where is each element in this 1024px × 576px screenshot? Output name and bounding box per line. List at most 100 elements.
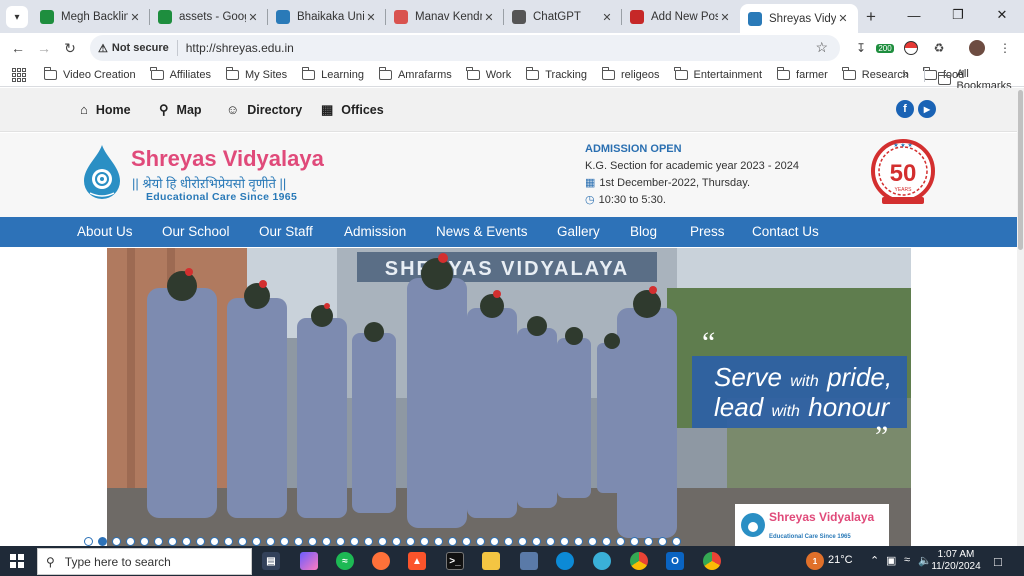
taskbar-clock[interactable]: 1:07 AM 11/20/2024: [930, 549, 982, 573]
taskbar-search-box[interactable]: ⚲ Type here to search: [37, 548, 252, 575]
slider-dot[interactable]: [84, 537, 93, 546]
bookmark-folder[interactable]: Tracking: [525, 66, 587, 81]
slider-dot[interactable]: [560, 537, 569, 546]
slider-dot[interactable]: [406, 537, 415, 546]
slider-dot[interactable]: [112, 537, 121, 546]
topnav-offices[interactable]: ▦ Offices: [321, 102, 384, 118]
bookmark-folder[interactable]: Work: [466, 66, 511, 81]
network-icon[interactable]: ▣: [886, 554, 896, 567]
app-circle-icon[interactable]: [593, 552, 611, 570]
slider-dot[interactable]: [280, 537, 289, 546]
chrome-profile-icon[interactable]: [703, 552, 721, 570]
topnav-home[interactable]: ⌂ Home: [80, 102, 131, 117]
download-icon[interactable]: ↧: [852, 39, 870, 57]
bookmark-folder[interactable]: My Sites: [225, 66, 287, 81]
tab-close-icon[interactable]: ✕: [836, 12, 850, 25]
nav-press[interactable]: Press: [690, 224, 725, 239]
browser-tab[interactable]: ChatGPT ✕: [504, 4, 622, 30]
task-view-icon[interactable]: ▤: [262, 552, 280, 570]
slider-dot[interactable]: [140, 537, 149, 546]
more-bookmarks-icon[interactable]: »: [902, 67, 909, 81]
nav-about-us[interactable]: About Us: [77, 224, 133, 239]
tab-search-button[interactable]: ▾: [6, 6, 28, 28]
app-icon[interactable]: [520, 552, 538, 570]
topnav-map[interactable]: ⚲ Map: [159, 102, 202, 118]
slider-dot[interactable]: [294, 537, 303, 546]
notifications-icon[interactable]: □: [994, 554, 1002, 569]
page-scrollbar[interactable]: [1017, 88, 1024, 546]
back-button[interactable]: ←: [8, 38, 28, 58]
tab-close-icon[interactable]: ✕: [718, 11, 732, 24]
bookmark-folder[interactable]: Research: [842, 66, 909, 81]
browser-tab[interactable]: Bhaikaka Univer✕: [268, 4, 386, 30]
tab-close-icon[interactable]: ✕: [246, 11, 260, 24]
tab-close-icon[interactable]: ✕: [128, 11, 142, 24]
slider-dot[interactable]: [196, 537, 205, 546]
slider-dot[interactable]: [420, 537, 429, 546]
slider-dot[interactable]: [462, 537, 471, 546]
slider-dot[interactable]: [434, 537, 443, 546]
bookmark-folder[interactable]: Amrafarms: [378, 66, 452, 81]
url-text[interactable]: http://shreyas.edu.in: [186, 41, 294, 55]
bookmark-folder[interactable]: Affiliates: [150, 66, 211, 81]
slider-dot[interactable]: [672, 537, 681, 546]
apps-grid-icon[interactable]: [12, 67, 26, 82]
extension-pokeball-icon[interactable]: [902, 39, 920, 57]
slider-dot[interactable]: [238, 537, 247, 546]
outlook-icon[interactable]: O: [666, 552, 684, 570]
slider-dot[interactable]: [210, 537, 219, 546]
wifi-icon[interactable]: ≈: [904, 554, 910, 566]
bookmark-folder[interactable]: farmer: [776, 66, 828, 81]
nav-contact-us[interactable]: Contact Us: [752, 224, 819, 239]
slider-dot[interactable]: [588, 537, 597, 546]
slider-dot[interactable]: [490, 537, 499, 546]
slider-dot[interactable]: [658, 537, 667, 546]
slider-dot[interactable]: [322, 537, 331, 546]
slider-dot[interactable]: [392, 537, 401, 546]
windows-start-icon[interactable]: [10, 554, 24, 568]
copilot-icon[interactable]: [300, 552, 318, 570]
extensions-puzzle-icon[interactable]: ♻: [930, 39, 948, 57]
nav-our-school[interactable]: Our School: [162, 224, 230, 239]
chrome-icon[interactable]: [630, 552, 648, 570]
slider-dot[interactable]: [504, 537, 513, 546]
slider-dot[interactable]: [476, 537, 485, 546]
bookmark-folder[interactable]: Entertainment: [674, 66, 762, 81]
scrollbar-thumb[interactable]: [1018, 90, 1023, 250]
slider-dot[interactable]: [308, 537, 317, 546]
forward-button[interactable]: →: [34, 38, 54, 58]
omnibox[interactable]: ⚠ Not secure http://shreyas.edu.in ☆: [90, 35, 840, 61]
terminal-icon[interactable]: >_: [446, 552, 464, 570]
profile-avatar[interactable]: [968, 39, 986, 57]
slider-dot[interactable]: [336, 537, 345, 546]
bookmark-folder[interactable]: religeos: [601, 66, 660, 81]
reload-button[interactable]: ↻: [60, 38, 80, 58]
nav-our-staff[interactable]: Our Staff: [259, 224, 313, 239]
browser-tab[interactable]: Megh Backlinks✕: [32, 4, 150, 30]
school-name[interactable]: Shreyas Vidyalaya: [131, 146, 324, 172]
minimize-button[interactable]: —: [892, 0, 936, 30]
school-logo[interactable]: [80, 143, 124, 201]
slider-dot[interactable]: [154, 537, 163, 546]
topnav-directory[interactable]: ☺ Directory: [226, 102, 302, 117]
nav-blog[interactable]: Blog: [630, 224, 657, 239]
close-window-button[interactable]: ✕: [980, 0, 1024, 30]
browser-tab[interactable]: Manav Kendra G✕: [386, 4, 504, 30]
tab-close-icon[interactable]: ✕: [600, 11, 614, 24]
spotify-icon[interactable]: ≈: [336, 552, 354, 570]
admission-title[interactable]: ADMISSION OPEN: [585, 141, 799, 158]
tab-close-icon[interactable]: ✕: [364, 11, 378, 24]
bookmark-folder[interactable]: Video Creation: [43, 66, 136, 81]
slider-dot[interactable]: [350, 537, 359, 546]
slider-dot[interactable]: [182, 537, 191, 546]
slider-dot[interactable]: [518, 537, 527, 546]
nav-admission[interactable]: Admission: [344, 224, 406, 239]
extension-seo-icon[interactable]: 200: [876, 39, 894, 57]
weather-temperature[interactable]: 21°C: [828, 554, 853, 566]
nav-news-events[interactable]: News & Events: [436, 224, 528, 239]
bookmark-folder[interactable]: Learning: [301, 66, 364, 81]
slider-dot[interactable]: [224, 537, 233, 546]
slider-dot[interactable]: [532, 537, 541, 546]
slider-dot[interactable]: [126, 537, 135, 546]
slider-dot[interactable]: [98, 537, 107, 546]
